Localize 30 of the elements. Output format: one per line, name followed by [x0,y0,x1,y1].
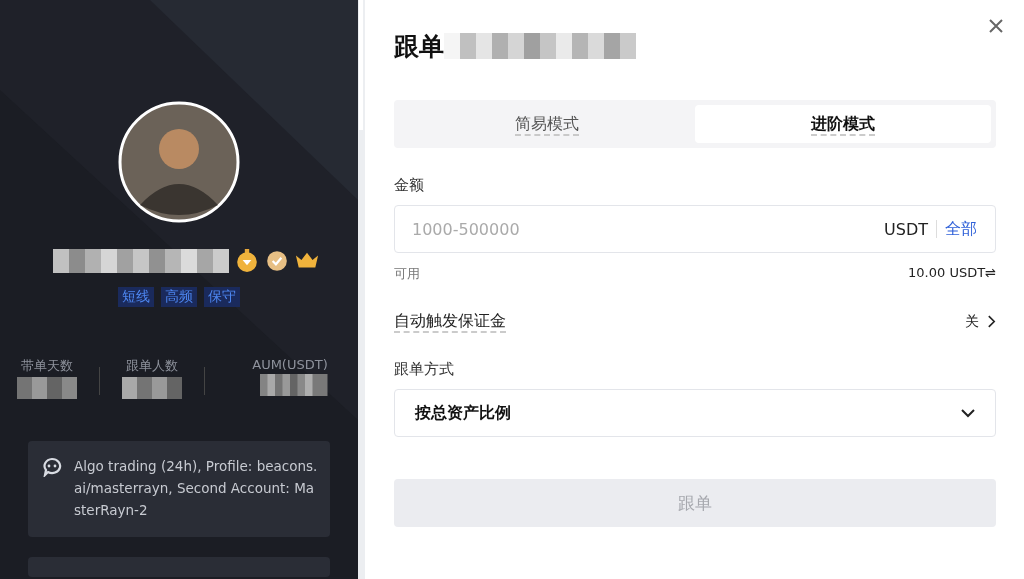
check-badge-icon [265,249,289,273]
amount-field[interactable]: 1000-500000 USDT 全部 [394,205,996,253]
tag: 高频 [161,287,197,307]
tag: 短线 [118,287,154,307]
dialog-title: 跟单 [394,30,444,63]
available-value: 10.00 USDT⇌ [908,265,996,282]
mode-select[interactable]: 按总资产比例 [394,389,996,437]
tag: 保守 [204,287,240,307]
mode-label: 跟单方式 [394,360,455,379]
chat-icon [42,457,62,477]
auto-margin-label: 自动触发保证金 [394,311,506,332]
redacted-value [17,377,77,399]
chevron-down-icon [961,408,975,418]
mode-tab[interactable]: 进阶模式 [695,105,991,143]
unit-label: USDT [884,219,928,239]
chevron-right-icon [987,315,996,328]
redacted-value [122,377,182,399]
available-label: 可用 [394,265,420,283]
bio-text: Algo trading (24h), Profile: beacons.ai/masterrayn, Second Account: MasterRayn-2 [74,457,319,520]
stat-label: 带单天数 [21,357,73,375]
close-icon[interactable] [988,18,1004,34]
scrollbar-thumb[interactable] [359,0,363,130]
auto-margin-setting[interactable]: 关 [965,312,996,331]
mode-tab[interactable]: 简易模式 [399,105,695,143]
stat-label: 跟单人数 [126,357,178,375]
amount-label: 金额 [394,176,425,195]
max-link[interactable]: 全部 [945,218,977,240]
avatar-icon [118,101,240,223]
stat-label: AUM(USDT) [252,357,328,372]
medal-icon [235,249,259,273]
